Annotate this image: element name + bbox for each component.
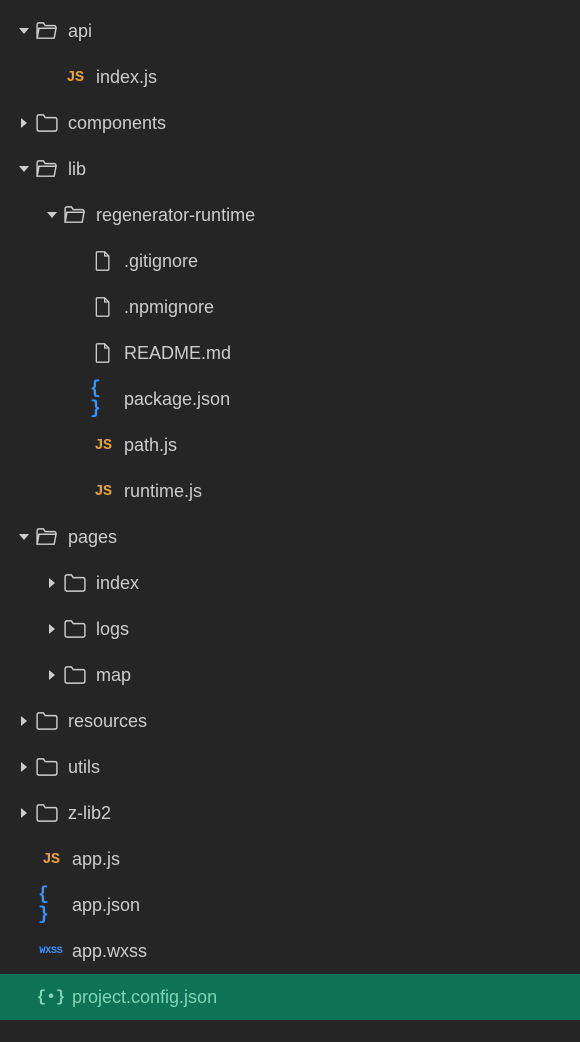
tree-item-npmignore[interactable]: .npmignore [0,284,580,330]
tree-item-projectconfig[interactable]: {•} project.config.json [0,974,580,1020]
tree-item-pages[interactable]: pages [0,514,580,560]
file-icon [90,251,116,271]
tree-item-pathjs[interactable]: JS path.js [0,422,580,468]
tree-item-label: api [68,21,92,42]
js-icon: JS [62,69,88,86]
json-icon: {•} [38,988,64,1006]
tree-item-label: logs [96,619,129,640]
tree-item-components[interactable]: components [0,100,580,146]
folder-icon [62,620,88,638]
tree-item-label: index [96,573,139,594]
tree-item-label: map [96,665,131,686]
tree-item-api-index[interactable]: JS index.js [0,54,580,100]
js-icon: JS [38,851,64,868]
tree-item-label: app.js [72,849,120,870]
tree-item-label: regenerator-runtime [96,205,255,226]
chevron-down-icon [42,210,62,220]
tree-item-lib[interactable]: lib [0,146,580,192]
tree-item-label: lib [68,159,86,180]
chevron-right-icon [42,624,62,634]
chevron-right-icon [14,762,34,772]
tree-item-runtimejs[interactable]: JS runtime.js [0,468,580,514]
folder-icon [34,712,60,730]
tree-item-utils[interactable]: utils [0,744,580,790]
chevron-right-icon [42,670,62,680]
folder-open-icon [34,528,60,546]
folder-open-icon [34,22,60,40]
tree-item-label: path.js [124,435,177,456]
file-icon [90,343,116,363]
folder-icon [34,804,60,822]
tree-item-label: components [68,113,166,134]
json-icon: { } [38,885,64,925]
json-icon: { } [90,379,116,419]
js-icon: JS [90,437,116,454]
chevron-down-icon [14,532,34,542]
folder-icon [62,666,88,684]
chevron-down-icon [14,26,34,36]
tree-item-pages-map[interactable]: map [0,652,580,698]
tree-item-label: index.js [96,67,157,88]
tree-item-label: utils [68,757,100,778]
tree-item-api[interactable]: api [0,8,580,54]
tree-item-resources[interactable]: resources [0,698,580,744]
tree-item-appjson[interactable]: { } app.json [0,882,580,928]
js-icon: JS [90,483,116,500]
chevron-right-icon [14,118,34,128]
tree-item-label: project.config.json [72,987,217,1008]
file-icon [90,297,116,317]
folder-open-icon [62,206,88,224]
tree-item-gitignore[interactable]: .gitignore [0,238,580,284]
folder-icon [34,114,60,132]
chevron-down-icon [14,164,34,174]
chevron-right-icon [42,578,62,588]
folder-icon [34,758,60,776]
tree-item-label: README.md [124,343,231,364]
tree-item-label: z-lib2 [68,803,111,824]
tree-item-appwxss[interactable]: WXSS app.wxss [0,928,580,974]
tree-item-label: package.json [124,389,230,410]
tree-item-pages-logs[interactable]: logs [0,606,580,652]
tree-item-readme[interactable]: README.md [0,330,580,376]
tree-item-label: app.wxss [72,941,147,962]
tree-item-label: runtime.js [124,481,202,502]
folder-open-icon [34,160,60,178]
tree-item-regen[interactable]: regenerator-runtime [0,192,580,238]
chevron-right-icon [14,808,34,818]
tree-item-label: resources [68,711,147,732]
tree-item-label: pages [68,527,117,548]
wxss-icon: WXSS [38,946,64,957]
tree-item-label: app.json [72,895,140,916]
tree-item-appjs[interactable]: JS app.js [0,836,580,882]
file-tree: api JS index.js components lib regenerator-ru… [0,8,580,1020]
tree-item-label: .npmignore [124,297,214,318]
chevron-right-icon [14,716,34,726]
folder-icon [62,574,88,592]
tree-item-zlib2[interactable]: z-lib2 [0,790,580,836]
tree-item-pages-index[interactable]: index [0,560,580,606]
tree-item-package[interactable]: { } package.json [0,376,580,422]
tree-item-label: .gitignore [124,251,198,272]
